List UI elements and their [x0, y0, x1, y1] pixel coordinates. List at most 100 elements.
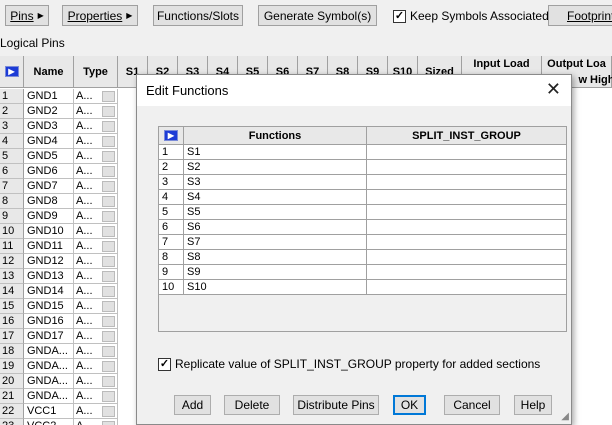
function-row-number[interactable]: 5	[159, 205, 184, 220]
row-number[interactable]: 6	[0, 164, 24, 179]
pin-name-cell[interactable]: GND15	[24, 299, 74, 314]
function-name-cell[interactable]: S4	[184, 190, 367, 205]
pin-type-cell[interactable]: A...	[74, 344, 118, 359]
pin-type-cell[interactable]: A...	[74, 374, 118, 389]
pin-name-cell[interactable]: GND11	[24, 239, 74, 254]
function-name-cell[interactable]: S7	[184, 235, 367, 250]
pin-type-cell[interactable]: A...	[74, 284, 118, 299]
row-number[interactable]: 9	[0, 209, 24, 224]
function-row[interactable]: 7 S7	[159, 235, 567, 250]
dropdown-button-icon[interactable]	[102, 331, 115, 342]
function-name-cell[interactable]: S10	[184, 280, 367, 295]
function-row[interactable]: 9 S9	[159, 265, 567, 280]
split-inst-group-cell[interactable]	[367, 160, 567, 175]
dropdown-button-icon[interactable]	[102, 196, 115, 207]
function-row-number[interactable]: 3	[159, 175, 184, 190]
pin-type-cell[interactable]: A...	[74, 164, 118, 179]
split-inst-group-cell[interactable]	[367, 220, 567, 235]
pin-name-cell[interactable]: GND6	[24, 164, 74, 179]
pin-name-cell[interactable]: GNDA...	[24, 359, 74, 374]
help-button[interactable]: Help	[514, 395, 552, 415]
pin-name-cell[interactable]: VCC1	[24, 404, 74, 419]
pin-type-cell[interactable]: A...	[74, 314, 118, 329]
row-number[interactable]: 14	[0, 284, 24, 299]
function-name-cell[interactable]: S2	[184, 160, 367, 175]
function-row[interactable]: 4 S4	[159, 190, 567, 205]
pin-type-cell[interactable]: A...	[74, 134, 118, 149]
row-number[interactable]: 4	[0, 134, 24, 149]
functions-table-corner[interactable]: ▶	[159, 127, 184, 145]
functions-slots-button[interactable]: Functions/Slots	[153, 5, 243, 26]
pin-type-cell[interactable]: A...	[74, 179, 118, 194]
col-header-type[interactable]: Type	[74, 56, 118, 88]
pin-name-cell[interactable]: GNDA...	[24, 389, 74, 404]
function-name-cell[interactable]: S5	[184, 205, 367, 220]
add-button[interactable]: Add	[174, 395, 211, 415]
pin-type-cell[interactable]: A...	[74, 104, 118, 119]
row-number[interactable]: 1	[0, 89, 24, 104]
function-name-cell[interactable]: S6	[184, 220, 367, 235]
row-number[interactable]: 11	[0, 239, 24, 254]
pin-name-cell[interactable]: GNDA...	[24, 344, 74, 359]
function-row[interactable]: 1 S1	[159, 145, 567, 160]
function-name-cell[interactable]: S1	[184, 145, 367, 160]
split-inst-group-cell[interactable]	[367, 190, 567, 205]
row-number[interactable]: 22	[0, 404, 24, 419]
pin-type-cell[interactable]: A...	[74, 149, 118, 164]
delete-button[interactable]: Delete	[224, 395, 280, 415]
function-row-number[interactable]: 10	[159, 280, 184, 295]
keep-symbols-checkbox-row[interactable]: ✓ Keep Symbols Associated	[393, 9, 549, 23]
function-row[interactable]: 8 S8	[159, 250, 567, 265]
keep-symbols-checkbox[interactable]: ✓	[393, 9, 406, 23]
split-inst-group-cell[interactable]	[367, 280, 567, 295]
split-inst-group-cell[interactable]	[367, 175, 567, 190]
function-row-number[interactable]: 8	[159, 250, 184, 265]
row-number[interactable]: 10	[0, 224, 24, 239]
function-row[interactable]: 10 S10	[159, 280, 567, 295]
pin-name-cell[interactable]: GND4	[24, 134, 74, 149]
pin-type-cell[interactable]: A...	[74, 389, 118, 404]
close-icon[interactable]: ✕	[546, 79, 561, 100]
properties-menu-button[interactable]: Properties ▶	[62, 5, 138, 26]
dropdown-button-icon[interactable]	[102, 361, 115, 372]
function-name-cell[interactable]: S8	[184, 250, 367, 265]
split-inst-group-cell[interactable]	[367, 235, 567, 250]
pin-name-cell[interactable]: GND14	[24, 284, 74, 299]
pin-name-cell[interactable]: GND2	[24, 104, 74, 119]
function-name-cell[interactable]: S9	[184, 265, 367, 280]
pin-name-cell[interactable]: GND13	[24, 269, 74, 284]
pin-type-cell[interactable]: A...	[74, 299, 118, 314]
distribute-pins-button[interactable]: Distribute Pins	[293, 395, 379, 415]
footprint-button[interactable]: Footprint	[548, 5, 612, 26]
function-row-number[interactable]: 9	[159, 265, 184, 280]
pin-type-cell[interactable]: A...	[74, 404, 118, 419]
replicate-checkbox[interactable]: ✓	[158, 357, 171, 371]
function-row[interactable]: 6 S6	[159, 220, 567, 235]
pin-name-cell[interactable]: GND5	[24, 149, 74, 164]
col-header-functions[interactable]: Functions	[184, 127, 367, 145]
pin-type-cell[interactable]: A...	[74, 359, 118, 374]
col-header-split-inst-group[interactable]: SPLIT_INST_GROUP	[367, 127, 567, 145]
pin-name-cell[interactable]: GND16	[24, 314, 74, 329]
row-number[interactable]: 16	[0, 314, 24, 329]
function-row[interactable]: 3 S3	[159, 175, 567, 190]
row-number[interactable]: 23	[0, 419, 24, 425]
function-row[interactable]: 5 S5	[159, 205, 567, 220]
dropdown-button-icon[interactable]	[102, 301, 115, 312]
dropdown-button-icon[interactable]	[102, 181, 115, 192]
generate-symbols-button[interactable]: Generate Symbol(s)	[258, 5, 377, 26]
pin-type-cell[interactable]: A...	[74, 239, 118, 254]
split-inst-group-cell[interactable]	[367, 145, 567, 160]
pin-name-cell[interactable]: GND12	[24, 254, 74, 269]
dropdown-button-icon[interactable]	[102, 211, 115, 222]
row-number[interactable]: 2	[0, 104, 24, 119]
grid-corner-select[interactable]: ▶	[0, 56, 24, 88]
row-number[interactable]: 21	[0, 389, 24, 404]
cancel-button[interactable]: Cancel	[444, 395, 500, 415]
pins-menu-button[interactable]: Pins ▶	[5, 5, 49, 26]
pin-name-cell[interactable]: GND3	[24, 119, 74, 134]
dropdown-button-icon[interactable]	[102, 226, 115, 237]
row-number[interactable]: 7	[0, 179, 24, 194]
function-row-number[interactable]: 2	[159, 160, 184, 175]
split-inst-group-cell[interactable]	[367, 205, 567, 220]
